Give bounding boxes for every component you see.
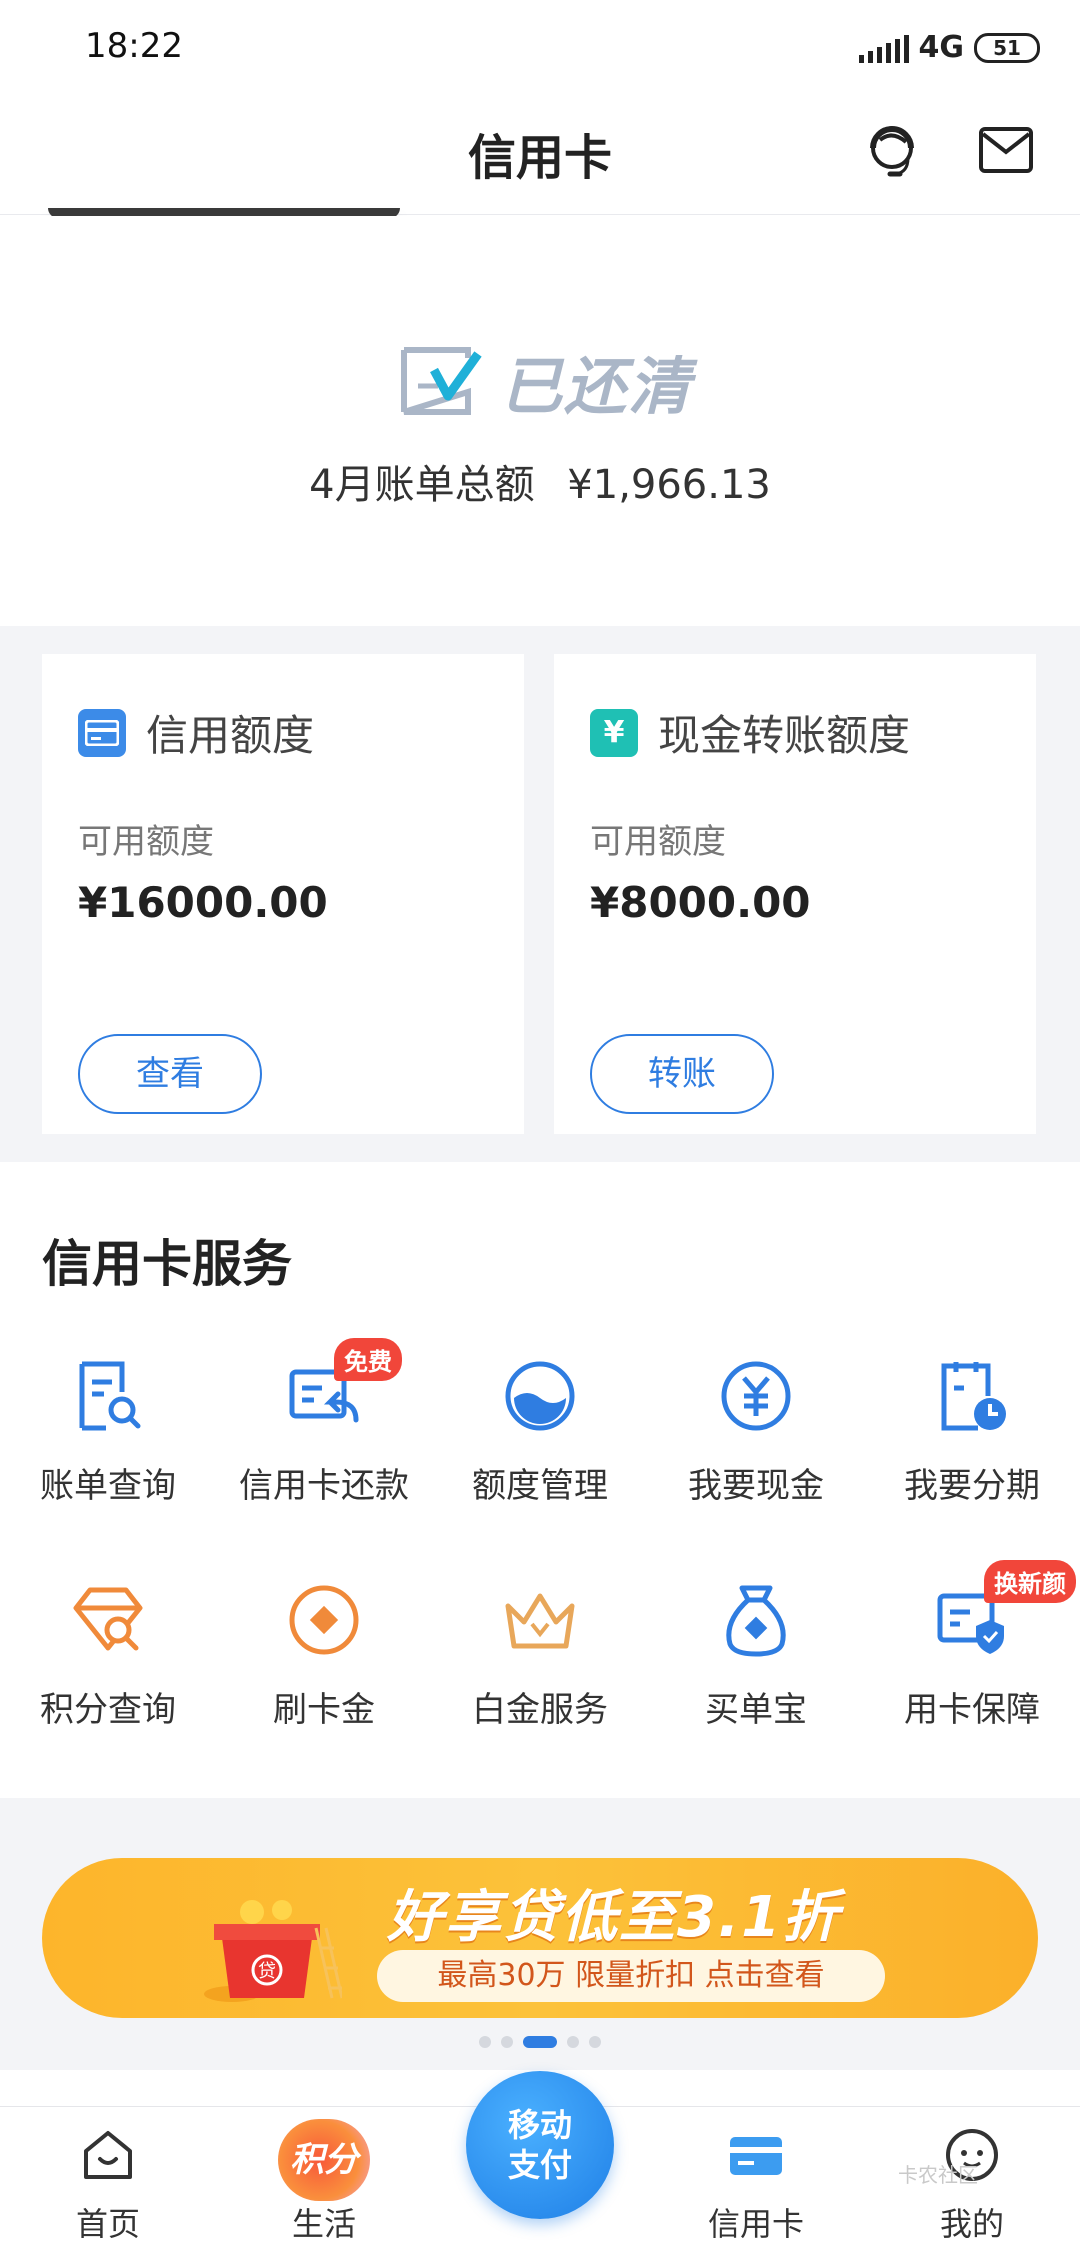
tab-label: 首页: [75, 2205, 140, 2243]
credit-card-icon: [730, 2137, 782, 2175]
watermark: 卡农社区: [898, 2163, 978, 2187]
service-label: 额度管理: [472, 1466, 608, 1506]
crown-icon: [505, 1593, 575, 1649]
free-badge: 免费: [334, 1338, 402, 1381]
card-services: 信用卡服务 账单查询 免费 信用卡还款 额度管理 我要现金 我要分期 积分查询 …: [0, 1162, 1080, 1798]
status-bar: 18:22 4G 51: [0, 0, 1080, 90]
credit-limit-amount: ¥16000.00: [78, 878, 328, 927]
money-bag-icon: [726, 1585, 786, 1657]
credit-limit-title: 信用额度: [146, 711, 315, 760]
service-limit-manage[interactable]: 额度管理: [432, 1358, 648, 1548]
mobile-pay-button[interactable]: 移动 支付: [466, 2071, 614, 2219]
tab-label: 信用卡: [707, 2205, 804, 2243]
carousel-dot[interactable]: [501, 2036, 513, 2048]
cash-limit-sub: 可用额度: [590, 822, 726, 862]
network-type: 4G: [918, 30, 965, 65]
service-label: 积分查询: [40, 1690, 176, 1730]
yuan-icon: ¥: [590, 708, 638, 757]
service-label: 我要现金: [688, 1466, 824, 1506]
mobile-pay-line2: 支付: [507, 2146, 572, 2184]
service-installment[interactable]: 我要分期: [864, 1358, 1080, 1548]
gift-box-icon: 贷: [204, 1900, 342, 2002]
bill-total[interactable]: 4月账单总额 ¥1,966.13: [0, 452, 1080, 510]
tab-home[interactable]: 首页: [0, 2107, 216, 2248]
signal-icon: [858, 33, 909, 63]
service-cash[interactable]: 我要现金: [648, 1358, 864, 1548]
credit-limit-header: 信用额度: [78, 702, 314, 763]
service-card-protection[interactable]: 换新颜 用卡保障: [864, 1560, 1080, 1772]
transfer-button[interactable]: 转账: [590, 1034, 774, 1114]
carousel-dot-active[interactable]: [523, 2036, 557, 2048]
customer-service-icon[interactable]: [860, 118, 924, 182]
carousel-dots: [0, 2036, 1080, 2048]
tab-life[interactable]: 积分 生活: [216, 2107, 432, 2248]
cash-transfer-limit-card[interactable]: ¥ 现金转账额度 可用额度 ¥8000.00 转账: [554, 654, 1036, 1134]
view-button[interactable]: 查看: [78, 1034, 262, 1114]
bill-search-icon: [79, 1361, 141, 1431]
installment-icon: [941, 1362, 1006, 1431]
credit-limit-card[interactable]: 信用额度 可用额度 ¥16000.00 查看: [42, 654, 524, 1134]
services-title: 信用卡服务: [42, 1235, 292, 1293]
tab-label: 生活: [291, 2205, 356, 2243]
bill-status: 已还清: [398, 336, 692, 426]
status-time: 18:22: [85, 26, 183, 66]
service-label: 用卡保障: [904, 1690, 1040, 1730]
battery-icon: 51: [974, 32, 1040, 63]
service-card-bonus[interactable]: 刷卡金: [216, 1582, 432, 1772]
credit-limit-sub: 可用额度: [78, 822, 214, 862]
service-label: 刷卡金: [273, 1690, 375, 1730]
tab-label: 我的: [939, 2205, 1004, 2243]
gift-label: 贷: [258, 1961, 276, 1982]
bill-summary: 已还清 4月账单总额 ¥1,966.13: [0, 216, 1080, 626]
promo-banner[interactable]: 贷 好享贷低至3.1折 最高30万 限量折扣 点击查看: [42, 1858, 1038, 2018]
service-label: 我要分期: [904, 1466, 1040, 1506]
limit-gauge-icon: [505, 1361, 575, 1431]
nav-bar: 信用卡: [0, 90, 1080, 215]
limits-section: 信用额度 可用额度 ¥16000.00 查看 ¥ 现金转账额度 可用额度 ¥80…: [0, 626, 1080, 1162]
service-label: 账单查询: [40, 1466, 176, 1506]
credit-card-icon: [78, 708, 126, 757]
cash-limit-header: ¥ 现金转账额度: [590, 702, 910, 763]
cash-limit-amount: ¥8000.00: [590, 878, 811, 927]
service-label: 信用卡还款: [239, 1466, 409, 1506]
paid-check-icon: [401, 347, 482, 415]
cash-icon: [721, 1361, 791, 1431]
promo-subline: 最高30万 限量折扣 点击查看: [377, 1950, 885, 2002]
new-look-badge: 换新颜: [984, 1560, 1076, 1603]
home-icon: [84, 2131, 132, 2179]
promo-headline: 好享贷低至3.1折: [387, 1885, 841, 1950]
service-label: 买单宝: [705, 1690, 807, 1730]
mail-icon[interactable]: [978, 126, 1034, 174]
bottom-tab-bar: 首页 积分 生活 移动 支付 信用卡 我的 卡农社区: [0, 2071, 1080, 2248]
carousel-dot[interactable]: [567, 2036, 579, 2048]
service-pay-treasure[interactable]: 买单宝: [648, 1582, 864, 1772]
status-icons: 4G 51: [858, 30, 1040, 65]
life-points-icon: 积分: [278, 2119, 370, 2201]
service-platinum[interactable]: 白金服务: [432, 1582, 648, 1772]
bill-total-label: 4月账单总额: [309, 462, 535, 508]
tab-mine[interactable]: 我的 卡农社区: [864, 2107, 1080, 2248]
carousel-dot[interactable]: [589, 2036, 601, 2048]
points-search-icon: [73, 1587, 143, 1651]
bill-total-amount: ¥1,966.13: [567, 462, 771, 508]
carousel-dot[interactable]: [479, 2036, 491, 2048]
tab-credit-card[interactable]: 信用卡: [648, 2107, 864, 2248]
mobile-pay-line1: 移动: [507, 2106, 572, 2144]
service-bill-query[interactable]: 账单查询: [0, 1358, 216, 1548]
bill-status-text: 已还清: [500, 350, 693, 423]
service-points-query[interactable]: 积分查询: [0, 1582, 216, 1772]
service-label: 白金服务: [472, 1690, 608, 1730]
card-bonus-icon: [289, 1585, 359, 1655]
promo-area: 贷 好享贷低至3.1折 最高30万 限量折扣 点击查看: [0, 1798, 1080, 2070]
service-repay[interactable]: 免费 信用卡还款: [216, 1338, 432, 1548]
cash-limit-title: 现金转账额度: [658, 711, 911, 760]
